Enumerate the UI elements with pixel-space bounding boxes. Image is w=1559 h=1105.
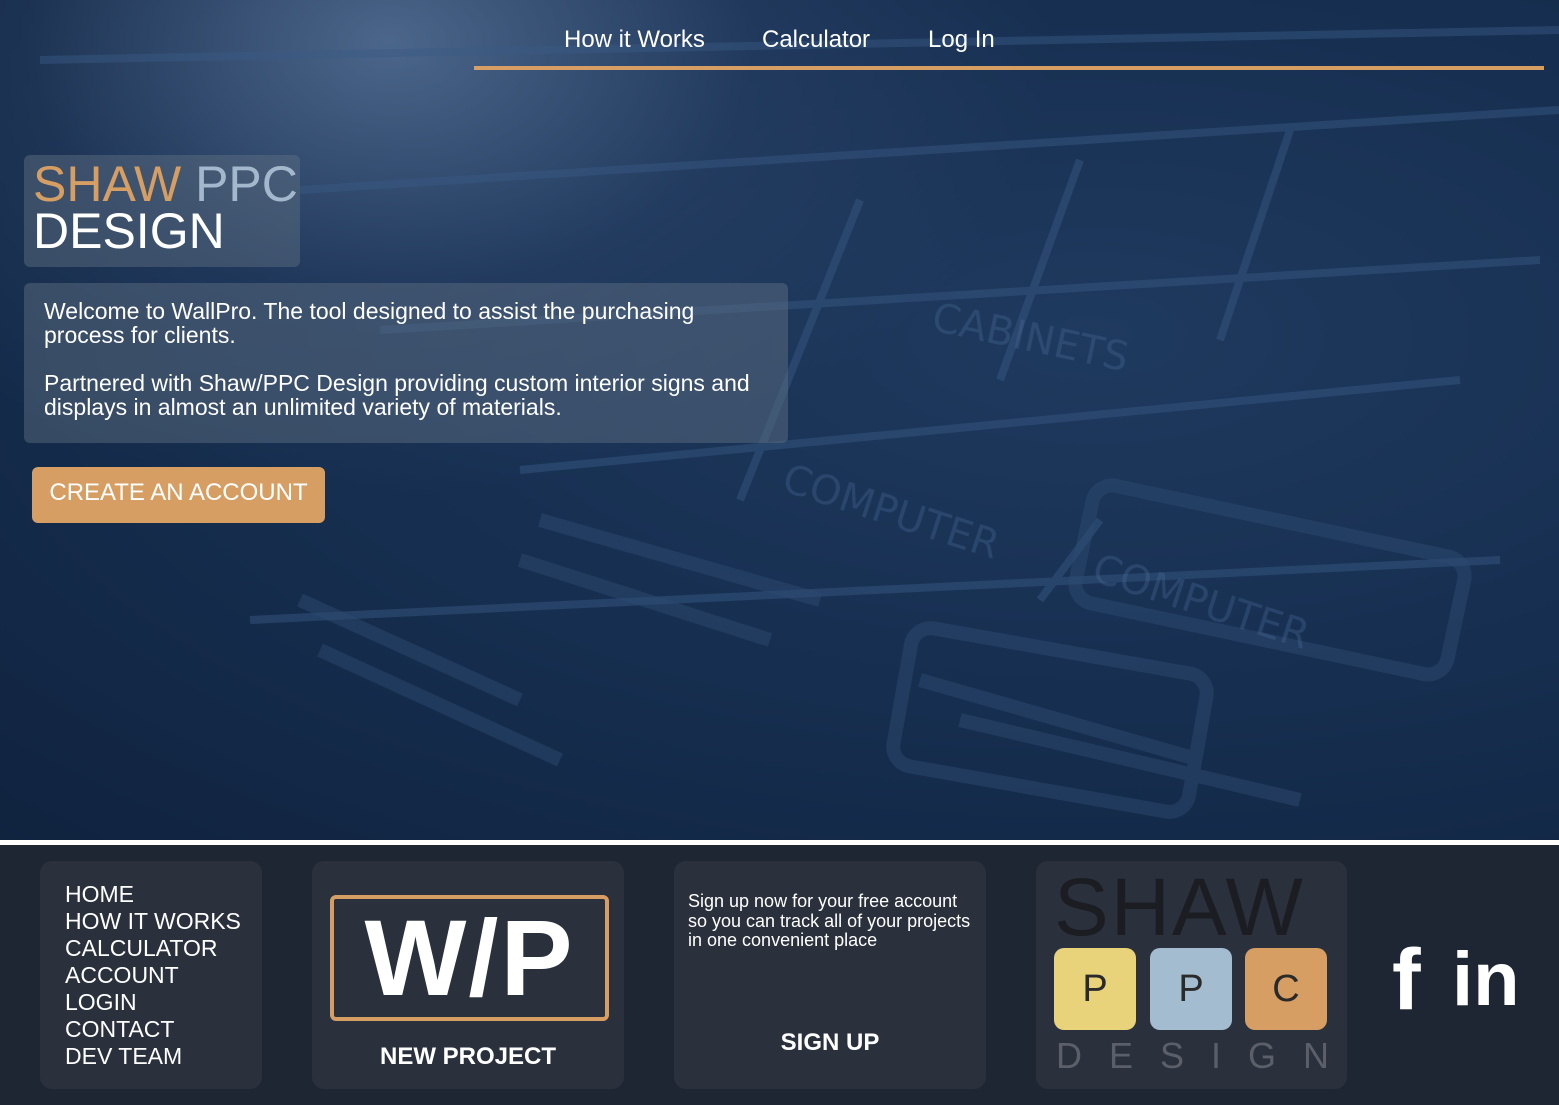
brand-tile-p2: P <box>1150 948 1232 1030</box>
footer-link-dev-team[interactable]: DEV TEAM <box>65 1043 262 1070</box>
new-project-card[interactable]: W/P NEW PROJECT <box>312 861 624 1089</box>
footer-link-login[interactable]: LOGIN <box>65 989 262 1016</box>
welcome-panel: Welcome to WallPro. The tool designed to… <box>24 283 788 443</box>
new-project-button[interactable]: NEW PROJECT <box>312 1043 624 1071</box>
footer-link-contact[interactable]: CONTACT <box>65 1016 262 1043</box>
sign-up-button[interactable]: SIGN UP <box>674 1029 986 1057</box>
signup-card: Sign up now for your free account so you… <box>674 861 986 1089</box>
footer: HOME HOW IT WORKS CALCULATOR ACCOUNT LOG… <box>0 845 1559 1105</box>
signup-description: Sign up now for your free account so you… <box>688 891 971 950</box>
wip-logo: W/P <box>330 895 609 1021</box>
footer-link-home[interactable]: HOME <box>65 881 262 908</box>
nav-calculator[interactable]: Calculator <box>762 26 870 54</box>
brand-tile-c: C <box>1245 948 1327 1030</box>
brand-shaw-text: SHAW <box>1054 862 1305 953</box>
top-nav: How it Works Calculator Log In <box>474 0 1544 70</box>
facebook-icon[interactable]: f <box>1392 937 1421 1023</box>
linkedin-icon[interactable]: in <box>1452 940 1520 1020</box>
hero-section: COMPUTER COMPUTER CABINETS How it Works … <box>0 0 1559 840</box>
footer-link-account[interactable]: ACCOUNT <box>65 962 262 989</box>
brand-design-text: DESIGN <box>1056 1035 1357 1076</box>
footer-nav: HOME HOW IT WORKS CALCULATOR ACCOUNT LOG… <box>40 861 262 1089</box>
welcome-paragraph-2: Partnered with Shaw/PPC Design providing… <box>44 370 750 420</box>
footer-link-calculator[interactable]: CALCULATOR <box>65 935 262 962</box>
brand-tile-p1: P <box>1054 948 1136 1030</box>
nav-how-it-works[interactable]: How it Works <box>564 26 705 54</box>
svg-text:COMPUTER: COMPUTER <box>777 456 1005 569</box>
wip-logo-text: W/P <box>364 897 575 1018</box>
svg-text:COMPUTER: COMPUTER <box>1087 546 1315 659</box>
nav-log-in[interactable]: Log In <box>928 26 995 54</box>
hero-logo: SHAW PPC DESIGN <box>24 155 300 267</box>
welcome-paragraph-1: Welcome to WallPro. The tool designed to… <box>44 298 695 348</box>
shaw-ppc-design-logo: SHAW P P C DESIGN <box>1036 861 1347 1089</box>
create-account-button[interactable]: CREATE AN ACCOUNT <box>32 467 325 523</box>
logo-design-text: DESIGN <box>33 203 225 259</box>
footer-link-how-it-works[interactable]: HOW IT WORKS <box>65 908 262 935</box>
